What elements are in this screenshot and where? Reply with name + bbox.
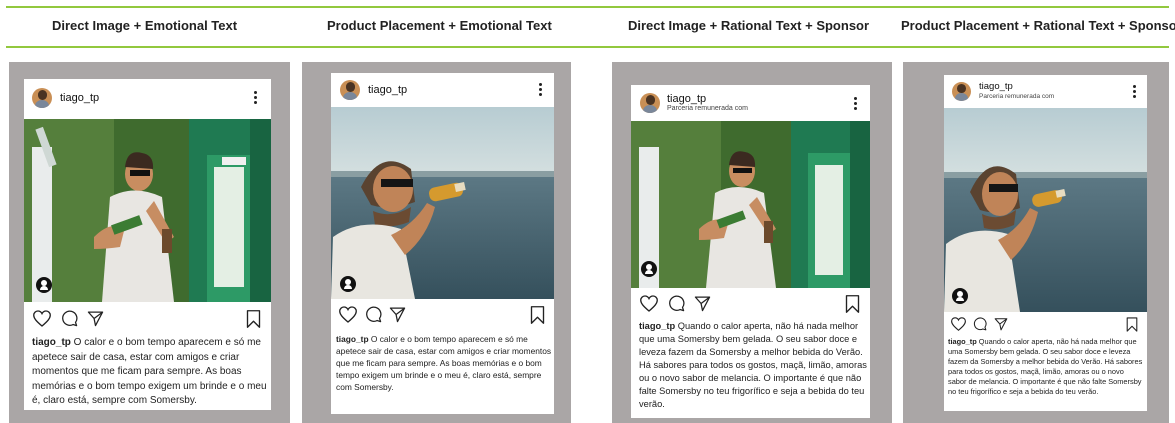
- direct-image-photo: [631, 121, 870, 288]
- caption-username[interactable]: tiago_tp: [336, 334, 369, 344]
- caption-text: Quando o calor aperta, não há nada melho…: [639, 321, 867, 409]
- username[interactable]: tiago_tp: [667, 93, 748, 106]
- bookmark-icon[interactable]: [246, 310, 261, 328]
- post-header: tiago_tp: [331, 73, 554, 107]
- post-caption: tiago_tp Quando o calor aperta, não há n…: [948, 337, 1144, 396]
- share-icon[interactable]: [694, 295, 711, 312]
- comment-icon[interactable]: [61, 310, 78, 327]
- tagged-people-icon[interactable]: [340, 276, 356, 292]
- post-panel-1: tiago_tp tiago_tp O calor e o bom tempo …: [9, 62, 290, 423]
- post-actions: [331, 304, 554, 326]
- post-panel-3: tiago_tp Parceria remunerada com tiago_t…: [612, 62, 892, 423]
- caption-username[interactable]: tiago_tp: [639, 321, 675, 331]
- comment-icon[interactable]: [668, 295, 685, 312]
- avatar[interactable]: [952, 82, 971, 101]
- post-image: [331, 107, 554, 299]
- bookmark-icon[interactable]: [845, 295, 860, 313]
- post-image: [631, 121, 870, 288]
- post-card: tiago_tp Parceria remunerada com tiago_t…: [631, 85, 870, 418]
- paid-partnership-label[interactable]: Parceria remunerada com: [979, 93, 1054, 100]
- more-options-icon[interactable]: [1133, 85, 1137, 100]
- tagged-people-icon[interactable]: [36, 277, 52, 293]
- post-caption: tiago_tp Quando o calor aperta, não há n…: [639, 320, 867, 411]
- post-image: [944, 108, 1147, 312]
- column-title-2: Product Placement + Emotional Text: [327, 18, 552, 33]
- post-actions: [24, 308, 271, 330]
- post-header: tiago_tp: [24, 79, 271, 117]
- more-options-icon[interactable]: [854, 97, 858, 112]
- caption-username[interactable]: tiago_tp: [948, 337, 977, 346]
- avatar[interactable]: [640, 93, 660, 113]
- post-actions: [631, 293, 870, 315]
- tagged-people-icon[interactable]: [952, 288, 968, 304]
- post-panel-2: tiago_tp tiago_tp O calor e o bom tempo …: [302, 62, 571, 423]
- direct-image-photo: [24, 119, 271, 302]
- more-options-icon[interactable]: [254, 91, 258, 106]
- like-heart-icon[interactable]: [33, 310, 51, 327]
- like-heart-icon[interactable]: [339, 306, 357, 323]
- header-bottom-rule: [6, 46, 1169, 48]
- tagged-people-icon[interactable]: [641, 261, 657, 277]
- post-header: tiago_tp Parceria remunerada com: [631, 85, 870, 121]
- username[interactable]: tiago_tp: [60, 92, 99, 105]
- paid-partnership-label[interactable]: Parceria remunerada com: [667, 105, 748, 113]
- bookmark-icon[interactable]: [1126, 317, 1138, 332]
- share-icon[interactable]: [87, 310, 104, 327]
- post-panel-4: tiago_tp Parceria remunerada com tiago_t…: [903, 62, 1169, 423]
- post-header: tiago_tp Parceria remunerada com: [944, 75, 1147, 108]
- post-image: [24, 119, 271, 302]
- like-heart-icon[interactable]: [640, 295, 658, 312]
- header-top-rule: [6, 6, 1169, 8]
- more-options-icon[interactable]: [539, 83, 543, 98]
- caption-text: O calor e o bom tempo aparecem e só me a…: [336, 334, 552, 392]
- avatar[interactable]: [340, 80, 360, 100]
- avatar[interactable]: [32, 88, 52, 108]
- column-title-3: Direct Image + Rational Text + Sponsor: [628, 18, 870, 33]
- post-card: tiago_tp Parceria remunerada com tiago_t…: [944, 75, 1147, 411]
- post-card: tiago_tp tiago_tp O calor e o bom tempo …: [24, 79, 271, 410]
- post-caption: tiago_tp O calor e o bom tempo aparecem …: [32, 336, 267, 409]
- caption-username[interactable]: tiago_tp: [32, 337, 71, 348]
- product-placement-photo: [944, 108, 1147, 312]
- caption-text: Quando o calor aperta, não há nada melho…: [948, 337, 1143, 396]
- column-title-1: Direct Image + Emotional Text: [52, 18, 238, 33]
- post-actions: [944, 315, 1147, 335]
- product-placement-photo: [331, 107, 554, 299]
- comment-icon[interactable]: [365, 306, 382, 323]
- post-caption: tiago_tp O calor e o bom tempo aparecem …: [336, 333, 552, 393]
- username[interactable]: tiago_tp: [979, 81, 1054, 93]
- share-icon[interactable]: [994, 317, 1008, 331]
- bookmark-icon[interactable]: [530, 306, 545, 324]
- like-heart-icon[interactable]: [951, 317, 966, 331]
- username[interactable]: tiago_tp: [368, 84, 407, 97]
- column-title-4: Product Placement + Rational Text + Spon…: [901, 18, 1175, 33]
- comment-icon[interactable]: [973, 317, 987, 331]
- post-card: tiago_tp tiago_tp O calor e o bom tempo …: [331, 73, 554, 414]
- share-icon[interactable]: [389, 306, 406, 323]
